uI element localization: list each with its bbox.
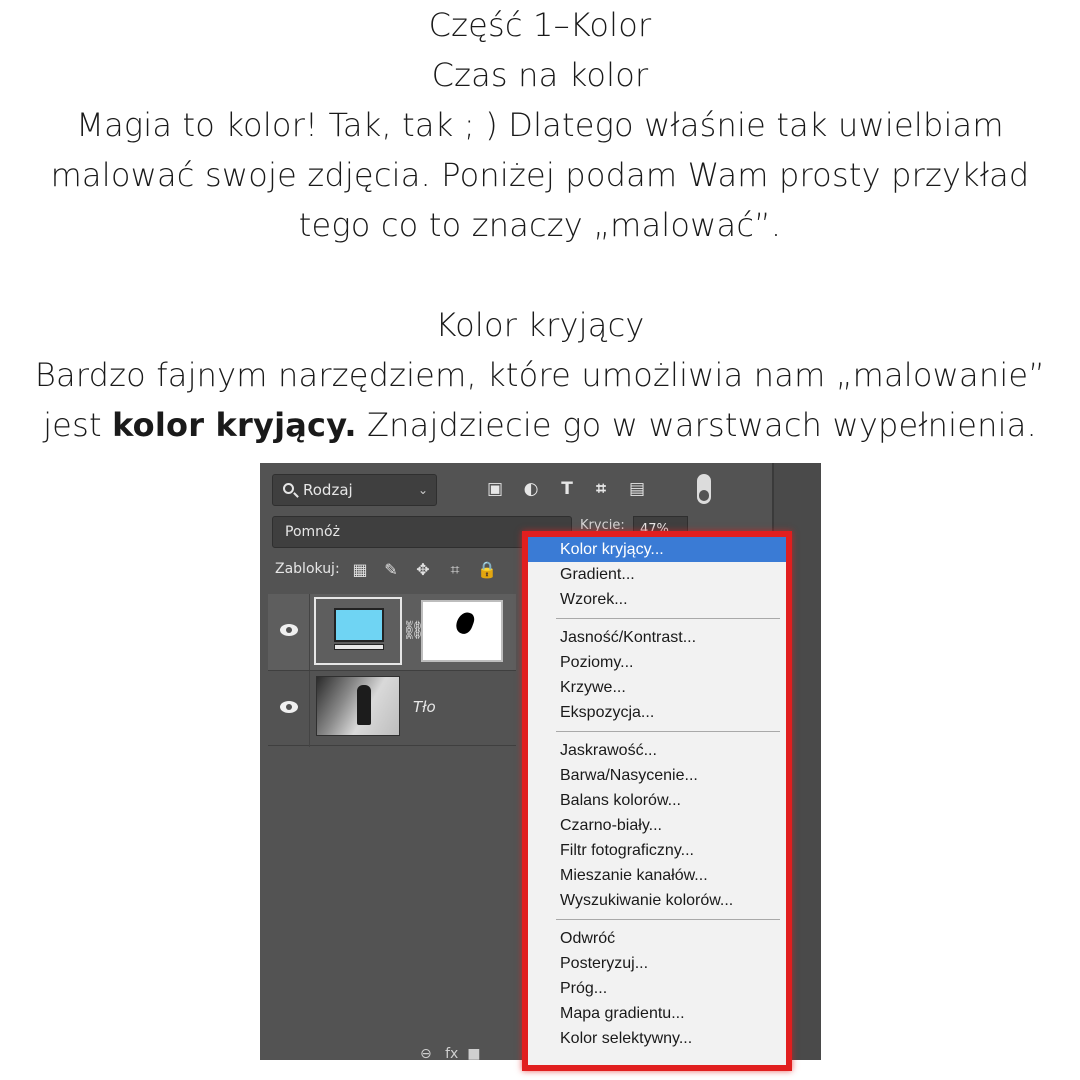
- image-filter-icon[interactable]: ▣: [485, 478, 505, 500]
- menu-item-czarno-bialy[interactable]: Czarno-biały...: [528, 813, 786, 838]
- menu-separator: [556, 731, 780, 732]
- article: Część 1–Kolor Czas na kolor Magia to kol…: [0, 0, 1080, 450]
- menu-item-odwroc[interactable]: Odwróć: [528, 926, 786, 951]
- kind-filter-label: Rodzaj: [303, 481, 353, 499]
- body-line-1: Bardzo fajnym narzędziem, które umożliwi…: [34, 356, 1046, 394]
- layers-bottom-toolbar: ⊖ fx ■: [420, 1046, 480, 1062]
- link-icon[interactable]: ⊖: [420, 1046, 432, 1062]
- menu-item-jaskrawosc[interactable]: Jaskrawość...: [528, 738, 786, 763]
- menu-item-kolor-selektywny[interactable]: Kolor selektywny...: [528, 1026, 786, 1051]
- menu-item-ekspozycja[interactable]: Ekspozycja...: [528, 700, 786, 725]
- menu-item-posteryzuj[interactable]: Posteryzuj...: [528, 951, 786, 976]
- intro-line-3: tego co to znaczy „malować”.: [298, 206, 782, 244]
- article-subtitle: Czas na kolor: [431, 56, 649, 94]
- intro-line-1: Magia to kolor! Tak, tak ; ) Dlatego wła…: [76, 106, 1004, 144]
- lock-artboard-icon[interactable]: ⌗: [445, 560, 465, 580]
- body-line-2-bold: kolor kryjący.: [112, 406, 357, 444]
- adjustment-filter-icon[interactable]: ◐: [521, 478, 541, 500]
- menu-item-poziomy[interactable]: Poziomy...: [528, 650, 786, 675]
- monitor-icon: [334, 608, 384, 642]
- search-icon: [283, 483, 294, 494]
- smart-object-filter-icon[interactable]: ▤: [627, 478, 647, 500]
- menu-item-gradient[interactable]: Gradient...: [528, 562, 786, 587]
- menu-item-jasnosc-kontrast[interactable]: Jasność/Kontrast...: [528, 625, 786, 650]
- menu-item-wyszukiwanie-kolorow[interactable]: Wyszukiwanie kolorów...: [528, 888, 786, 913]
- kind-filter-dropdown[interactable]: Rodzaj ⌄: [272, 474, 437, 506]
- menu-item-barwa-nasycenie[interactable]: Barwa/Nasycenie...: [528, 763, 786, 788]
- eye-icon[interactable]: [280, 701, 298, 713]
- menu-item-mapa-gradientu[interactable]: Mapa gradientu...: [528, 1001, 786, 1026]
- layer-mask-thumbnail[interactable]: [421, 600, 503, 662]
- body-line-2-prefix: jest: [43, 406, 113, 444]
- menu-item-kolor-kryjacy[interactable]: Kolor kryjący...: [528, 537, 786, 562]
- shape-filter-icon[interactable]: ⌗: [591, 478, 611, 500]
- menu-separator: [556, 919, 780, 920]
- new-fill-adjustment-menu: Kolor kryjący... Gradient... Wzorek... J…: [522, 531, 792, 1071]
- fx-icon[interactable]: fx: [445, 1046, 458, 1062]
- section-title: Kolor kryjący: [435, 306, 645, 344]
- mask-icon[interactable]: ■: [467, 1046, 480, 1062]
- intro-line-2: malować swoje zdjęcia. Poniżej podam Wam…: [50, 156, 1030, 194]
- lock-pixels-icon[interactable]: ▦: [350, 560, 370, 580]
- menu-item-prog[interactable]: Próg...: [528, 976, 786, 1001]
- menu-item-filtr-fotograficzny[interactable]: Filtr fotograficzny...: [528, 838, 786, 863]
- body-line-2-suffix: Znajdziecie go w warstwach wypełnienia.: [356, 406, 1037, 444]
- lock-all-icon[interactable]: 🔒: [477, 560, 497, 580]
- background-layer-name[interactable]: Tło: [413, 698, 436, 716]
- type-filter-icon[interactable]: T: [557, 478, 577, 500]
- menu-item-balans-kolorow[interactable]: Balans kolorów...: [528, 788, 786, 813]
- chevron-down-icon: ⌄: [417, 483, 428, 497]
- lock-brush-icon[interactable]: ✎: [381, 560, 401, 580]
- article-title: Część 1–Kolor: [428, 6, 652, 44]
- blend-mode-label: Pomnóż: [285, 524, 340, 540]
- eye-icon[interactable]: [280, 624, 298, 636]
- menu-item-mieszanie-kanalow[interactable]: Mieszanie kanałów...: [528, 863, 786, 888]
- menu-item-wzorek[interactable]: Wzorek...: [528, 587, 786, 612]
- lock-move-icon[interactable]: ✥: [413, 560, 433, 580]
- background-layer-thumbnail[interactable]: [316, 676, 400, 736]
- body-line-2: jest kolor kryjący. Znajdziecie go w war…: [0, 400, 1080, 450]
- menu-separator: [556, 618, 780, 619]
- fill-layer-thumbnail[interactable]: [314, 597, 402, 665]
- filter-toggle[interactable]: [697, 474, 711, 504]
- menu-item-krzywe[interactable]: Krzywe...: [528, 675, 786, 700]
- lock-label: Zablokuj:: [275, 561, 340, 577]
